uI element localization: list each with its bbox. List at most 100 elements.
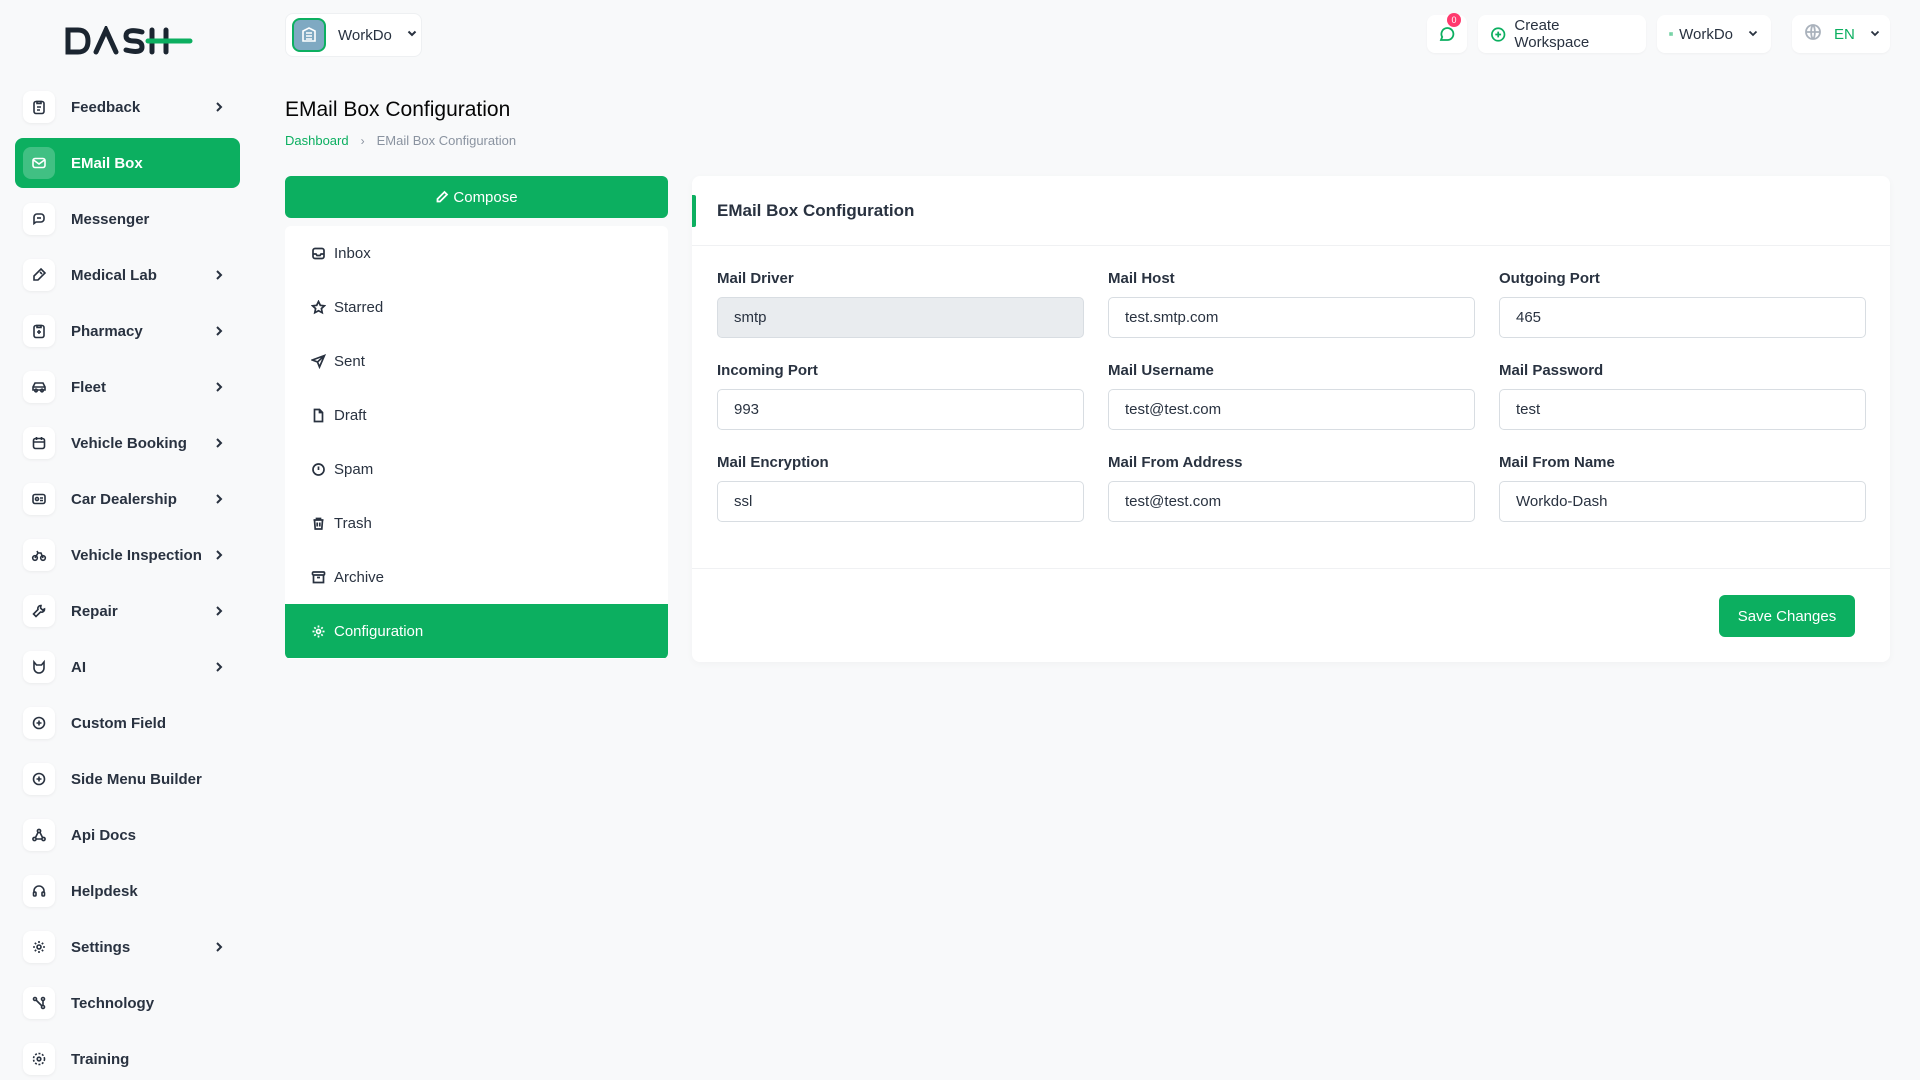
- folder-archive[interactable]: Archive: [285, 550, 668, 604]
- sidebar-item-repair[interactable]: Repair: [15, 586, 240, 636]
- globe-icon: [1804, 23, 1822, 45]
- file-icon: [313, 408, 324, 422]
- field-label: Incoming Port: [717, 362, 818, 379]
- sidebar-item-label: Vehicle Inspection: [71, 546, 202, 564]
- folder-trash[interactable]: Trash: [285, 496, 668, 550]
- sidebar-item-label: Pharmacy: [71, 322, 143, 340]
- mail-username-input[interactable]: test@test.com: [1108, 389, 1475, 430]
- sidebar-item-side-menu-builder[interactable]: Side Menu Builder: [15, 754, 240, 804]
- folder-label: Inbox: [334, 244, 371, 262]
- field-incoming-port: Incoming Port 993: [717, 362, 1084, 430]
- folder-label: Sent: [334, 352, 365, 370]
- sidebar-item-label: Technology: [71, 994, 155, 1012]
- sidebar-item-settings[interactable]: Settings: [15, 922, 240, 972]
- sidebar-item-label: Car Dealership: [71, 490, 177, 508]
- field-mail-from-address: Mail From Address test@test.com: [1108, 454, 1475, 522]
- flask-icon: [23, 259, 55, 291]
- mail-password-input[interactable]: test: [1499, 389, 1866, 430]
- field-label: Mail Username: [1108, 362, 1214, 379]
- sidebar-item-label: Settings: [71, 938, 131, 956]
- sidebar: Feedback EMail Box Messenger Medical Lab…: [0, 0, 255, 1080]
- folder-inbox[interactable]: Inbox: [285, 226, 668, 280]
- outgoing-port-input[interactable]: 465: [1499, 297, 1866, 338]
- sidebar-item-vehicle-booking[interactable]: Vehicle Booking: [15, 418, 240, 468]
- training-icon: [23, 1043, 55, 1075]
- mail-from-name-input[interactable]: Workdo-Dash: [1499, 481, 1866, 522]
- sidebar-item-custom-field[interactable]: Custom Field: [15, 698, 240, 748]
- chevron-right-icon: [212, 604, 226, 618]
- folder-draft[interactable]: Draft: [285, 388, 668, 442]
- sidebar-item-label: Training: [71, 1050, 130, 1068]
- sidebar-item-api-docs[interactable]: Api Docs: [15, 810, 240, 860]
- mail-driver-input: smtp: [717, 297, 1084, 338]
- sidebar-item-pharmacy[interactable]: Pharmacy: [15, 306, 240, 356]
- motorbike-icon: [23, 539, 55, 571]
- save-changes-button[interactable]: Save Changes: [1719, 595, 1855, 637]
- id-card-icon: [23, 483, 55, 515]
- breadcrumb-current: EMail Box Configuration: [376, 133, 517, 148]
- compose-button[interactable]: Compose: [285, 176, 668, 218]
- gear-icon: [312, 625, 325, 637]
- field-label: Mail Driver: [717, 270, 794, 287]
- email-config-card: EMail Box Configuration Mail Driver smtp…: [692, 176, 1890, 662]
- sidebar-item-label: Vehicle Booking: [71, 434, 187, 452]
- star-icon: [311, 299, 326, 314]
- field-label: Mail Password: [1499, 362, 1604, 379]
- sidebar-item-ai[interactable]: AI: [15, 642, 240, 692]
- car-icon: [23, 371, 55, 403]
- chat-icon: [23, 203, 55, 235]
- sidebar-item-fleet[interactable]: Fleet: [15, 362, 240, 412]
- tech-icon: [23, 987, 55, 1019]
- folder-spam[interactable]: Spam: [285, 442, 668, 496]
- incoming-port-input[interactable]: 993: [717, 389, 1084, 430]
- folder-configuration[interactable]: Configuration: [285, 604, 668, 658]
- sidebar-item-training[interactable]: Training: [15, 1034, 240, 1080]
- field-label: Mail From Name: [1499, 454, 1615, 471]
- sidebar-item-label: AI: [71, 658, 86, 676]
- folder-sent[interactable]: Sent: [285, 334, 668, 388]
- sidebar-item-car-dealership[interactable]: Car Dealership: [15, 474, 240, 524]
- create-workspace-button[interactable]: Create Workspace: [1478, 15, 1646, 53]
- sidebar-item-vehicle-inspection[interactable]: Vehicle Inspection: [15, 530, 240, 580]
- dash-logo[interactable]: [64, 26, 194, 56]
- mail-icon: [23, 147, 55, 179]
- folder-starred[interactable]: Starred: [285, 280, 668, 334]
- field-label: Outgoing Port: [1499, 270, 1600, 287]
- sidebar-item-medical-lab[interactable]: Medical Lab: [15, 250, 240, 300]
- field-label: Mail From Address: [1108, 454, 1243, 471]
- sidebar-item-helpdesk[interactable]: Helpdesk: [15, 866, 240, 916]
- pencil-icon: [436, 190, 449, 203]
- field-outgoing-port: Outgoing Port 465: [1499, 270, 1866, 338]
- clipboard-icon: [23, 315, 55, 347]
- card-header: EMail Box Configuration: [692, 176, 1890, 246]
- sidebar-item-feedback[interactable]: Feedback: [15, 82, 240, 132]
- chevron-right-icon: [212, 380, 226, 394]
- card-footer: [692, 568, 1890, 662]
- messages-button[interactable]: 0: [1427, 13, 1467, 53]
- card-title: EMail Box Configuration: [717, 200, 915, 220]
- sidebar-item-technology[interactable]: Technology: [15, 978, 240, 1028]
- wrench-icon: [23, 595, 55, 627]
- sidebar-item-messenger[interactable]: Messenger: [15, 194, 240, 244]
- folder-label: Trash: [334, 514, 372, 532]
- inbox-icon: [312, 247, 325, 259]
- mail-from-address-input[interactable]: test@test.com: [1108, 481, 1475, 522]
- folder-label: Archive: [334, 568, 385, 586]
- breadcrumb: Dashboard › EMail Box Configuration: [285, 133, 516, 148]
- alert-circle-icon: [312, 462, 325, 476]
- language-selector[interactable]: EN: [1792, 15, 1890, 53]
- chevron-right-icon: [212, 660, 226, 674]
- sidebar-item-label: Medical Lab: [71, 266, 157, 284]
- sidebar-item-email-box[interactable]: EMail Box: [15, 138, 240, 188]
- workspace-switcher[interactable]: WorkDo: [285, 13, 422, 57]
- field-label: Mail Host: [1108, 270, 1175, 287]
- chevron-right-icon: [212, 100, 226, 114]
- sidebar-item-label: Messenger: [71, 210, 150, 228]
- mail-encryption-input[interactable]: ssl: [717, 481, 1084, 522]
- field-mail-password: Mail Password test: [1499, 362, 1866, 430]
- workspace-menu-button[interactable]: WorkDo: [1657, 15, 1771, 53]
- chevron-right-icon: [212, 436, 226, 450]
- mail-host-input[interactable]: test.smtp.com: [1108, 297, 1475, 338]
- breadcrumb-dashboard-link[interactable]: Dashboard: [285, 133, 349, 148]
- chat-icon: [1439, 27, 1455, 41]
